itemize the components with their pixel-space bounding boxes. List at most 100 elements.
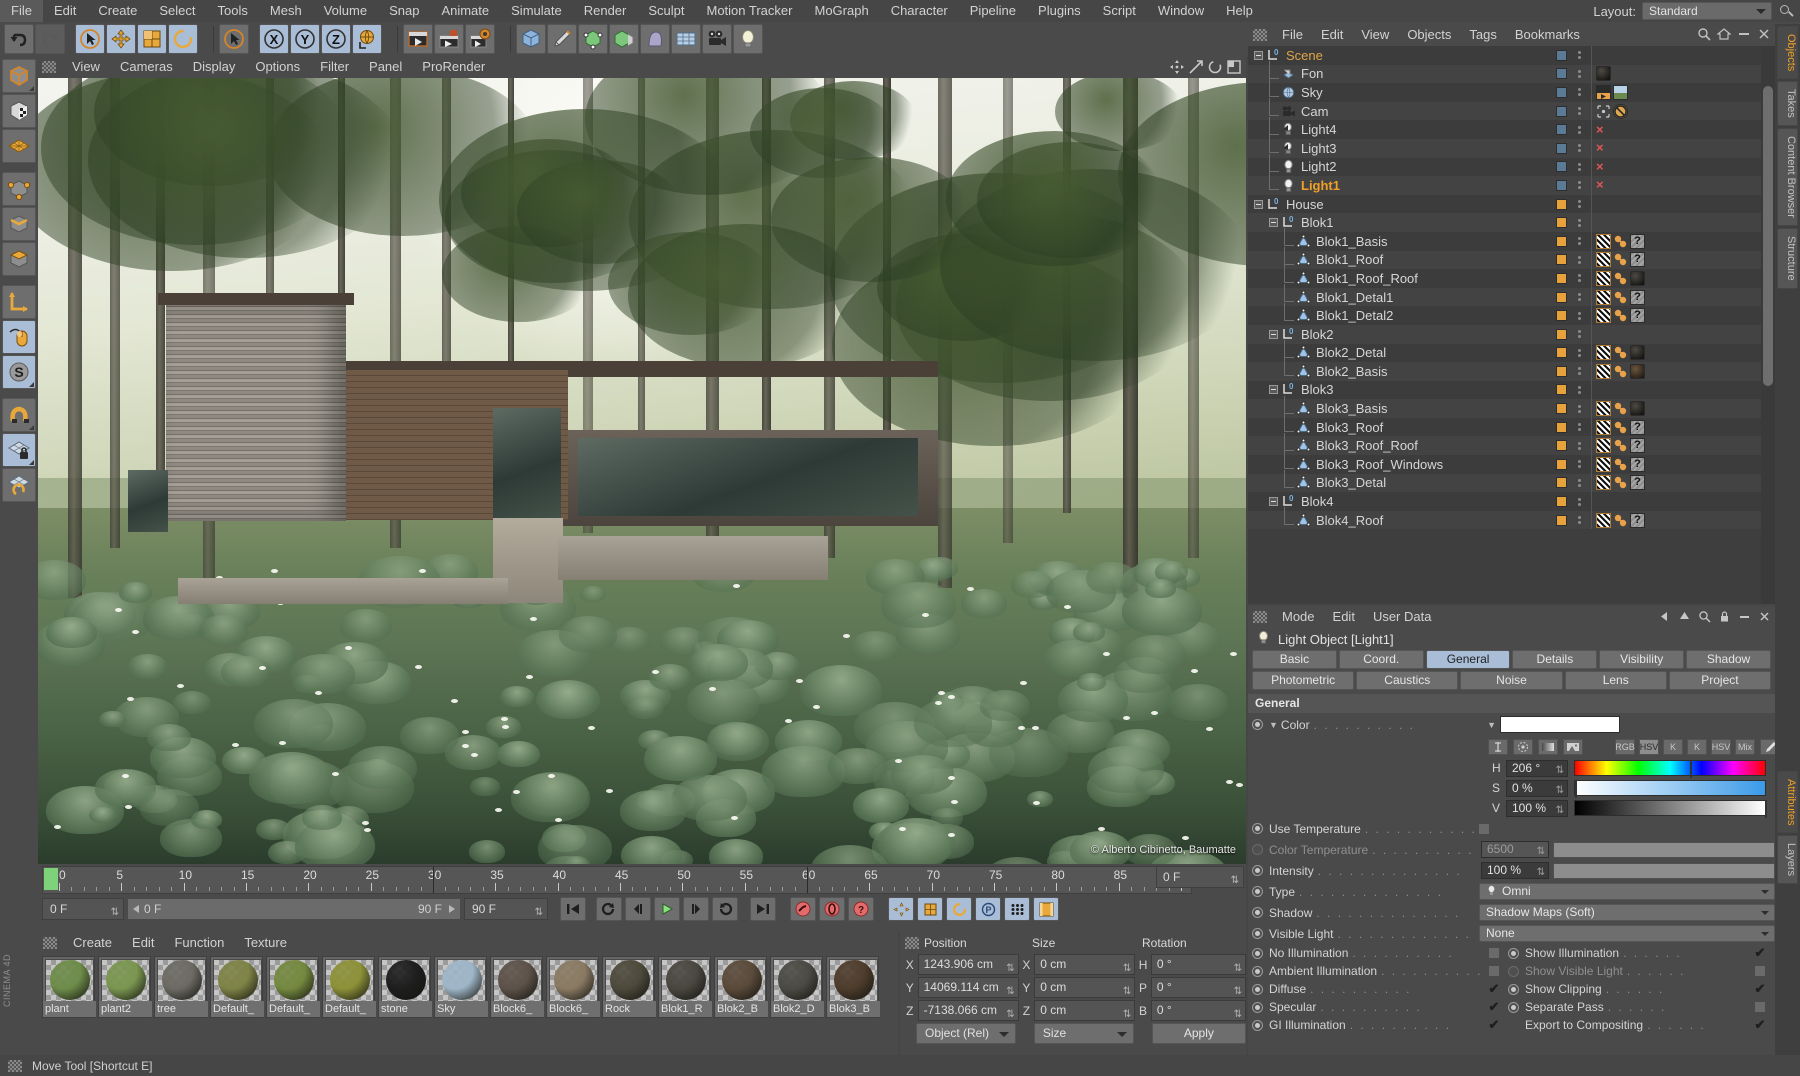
object-row[interactable]: Blok1_Detal1? [1248, 288, 1761, 307]
tab-general[interactable]: General [1426, 650, 1511, 669]
color-ramp-icon[interactable] [1538, 739, 1558, 755]
points-mode-button[interactable] [2, 172, 36, 206]
search-icon[interactable] [1697, 27, 1711, 44]
object-row[interactable]: Blok4_Roof? [1248, 511, 1761, 530]
search-icon[interactable] [1698, 610, 1711, 626]
panel-grip-icon[interactable] [905, 937, 919, 949]
object-menu-bookmarks[interactable]: Bookmarks [1506, 24, 1589, 46]
scale-view-icon[interactable] [1188, 59, 1204, 75]
goto-end-button[interactable] [750, 897, 776, 921]
tag-mat-orange-icon[interactable] [1613, 345, 1628, 360]
color-image-icon[interactable] [1563, 739, 1583, 755]
tag-mat-orange-icon[interactable] [1613, 438, 1628, 453]
vtab-takes[interactable]: Takes [1777, 81, 1798, 126]
material-menu-function[interactable]: Function [164, 932, 234, 954]
layer-color-swatch[interactable] [1556, 68, 1567, 79]
animate-radio[interactable] [1252, 865, 1263, 876]
animate-radio[interactable] [1252, 948, 1263, 959]
tag-mat-orange-icon[interactable] [1613, 513, 1628, 528]
object-menu-file[interactable]: File [1273, 24, 1312, 46]
panel-grip-icon[interactable] [43, 937, 57, 949]
property-slider[interactable] [1553, 842, 1775, 858]
timeline-range-slider[interactable]: 0 F 90 F [127, 898, 461, 920]
viewport-solo-button[interactable] [2, 320, 36, 354]
color-mode-k[interactable]: K [1663, 739, 1683, 755]
tag-checker-icon[interactable] [1596, 401, 1611, 416]
tag-mat-orange-icon[interactable] [1613, 234, 1628, 249]
axis-y-button[interactable]: Y [290, 24, 320, 54]
animate-radio[interactable] [1508, 984, 1519, 995]
layer-color-swatch[interactable] [1556, 403, 1567, 414]
edges-mode-button[interactable] [2, 207, 36, 241]
material-item[interactable]: Default_ [322, 956, 375, 1018]
tab-caustics[interactable]: Caustics [1356, 671, 1458, 690]
timeline-playhead[interactable] [433, 867, 434, 893]
object-menu-view[interactable]: View [1352, 24, 1398, 46]
layer-color-swatch[interactable] [1556, 180, 1567, 191]
animate-radio[interactable] [1252, 966, 1263, 977]
menu-volume[interactable]: Volume [313, 0, 378, 22]
rotate-view-icon[interactable] [1207, 59, 1223, 75]
object-row[interactable]: Blok1_Detal2? [1248, 306, 1761, 325]
menu-window[interactable]: Window [1147, 0, 1215, 22]
minimize-icon[interactable] [1737, 27, 1751, 44]
apply-button[interactable]: Apply [1152, 1023, 1246, 1044]
tag-landscape-icon[interactable] [1613, 85, 1628, 100]
tag-noshade-icon[interactable] [1613, 104, 1628, 119]
object-row[interactable]: 0 Blok3 [1248, 381, 1761, 400]
material-item[interactable]: Sky [434, 956, 487, 1018]
viewport-menu-display[interactable]: Display [183, 56, 246, 78]
tag-mat-orange-icon[interactable] [1613, 475, 1628, 490]
snap-s-button[interactable]: S [2, 355, 36, 389]
material-item[interactable]: Block6_ [490, 956, 543, 1018]
material-menu-texture[interactable]: Texture [234, 932, 297, 954]
move-view-icon[interactable] [1169, 59, 1185, 75]
viewport-menu-options[interactable]: Options [245, 56, 310, 78]
material-item[interactable]: Block6_ [546, 956, 599, 1018]
size-x-input[interactable]: 0 cm ⇅ [1034, 954, 1135, 975]
color-mode-k2[interactable]: K [1687, 739, 1707, 755]
object-row[interactable]: Blok3_Roof_Roof? [1248, 436, 1761, 455]
visibility-dots-icon[interactable] [1576, 144, 1582, 152]
object-row[interactable]: 0 Scene [1248, 46, 1761, 65]
animate-radio[interactable] [1252, 907, 1263, 918]
animate-radio[interactable] [1252, 984, 1263, 995]
visibility-dots-icon[interactable] [1576, 423, 1582, 431]
tab-details[interactable]: Details [1512, 650, 1597, 669]
object-row[interactable]: Blok3_Roof? [1248, 418, 1761, 437]
tag-disabled-icon[interactable]: × [1596, 142, 1604, 154]
menu-simulate[interactable]: Simulate [500, 0, 573, 22]
menu-mesh[interactable]: Mesh [259, 0, 313, 22]
checkbox-unchecked-icon[interactable] [1488, 947, 1500, 959]
search-icon[interactable] [1778, 3, 1794, 19]
visibility-dots-icon[interactable] [1576, 498, 1582, 506]
material-item[interactable]: Blok1_R [658, 956, 711, 1018]
size-z-input[interactable]: 0 cm ⇅ [1034, 1000, 1135, 1021]
goto-start-button[interactable] [560, 897, 586, 921]
object-row[interactable]: Fon [1248, 65, 1761, 84]
render-to-picture-viewer-button[interactable] [434, 24, 464, 54]
animate-radio[interactable] [1252, 823, 1263, 834]
menu-pipeline[interactable]: Pipeline [959, 0, 1027, 22]
key-scale-button[interactable] [917, 897, 943, 921]
vtab-structure[interactable]: Structure [1777, 228, 1798, 289]
range-left-arrow-icon[interactable] [133, 905, 139, 913]
hue-slider[interactable] [1574, 760, 1766, 776]
play-button[interactable] [654, 897, 680, 921]
material-menu-edit[interactable]: Edit [122, 932, 164, 954]
world-coordinates-button[interactable] [352, 24, 382, 54]
animate-radio[interactable] [1252, 844, 1263, 855]
material-item[interactable]: plant [42, 956, 95, 1018]
render-view-button[interactable] [403, 24, 433, 54]
chevron-down-icon[interactable]: ▼ [1487, 720, 1496, 730]
object-row[interactable]: Light4 × [1248, 120, 1761, 139]
tag-checker-icon[interactable] [1596, 290, 1611, 305]
animate-radio[interactable] [1252, 1020, 1263, 1031]
vtab-layers[interactable]: Layers [1777, 835, 1798, 884]
attribute-menu-mode[interactable]: Mode [1273, 606, 1324, 628]
tab-basic[interactable]: Basic [1252, 650, 1337, 669]
layer-color-swatch[interactable] [1556, 236, 1567, 247]
axis-mode-button[interactable] [2, 285, 36, 319]
active-tool-button[interactable] [219, 24, 249, 54]
key-rotation-button[interactable] [946, 897, 972, 921]
